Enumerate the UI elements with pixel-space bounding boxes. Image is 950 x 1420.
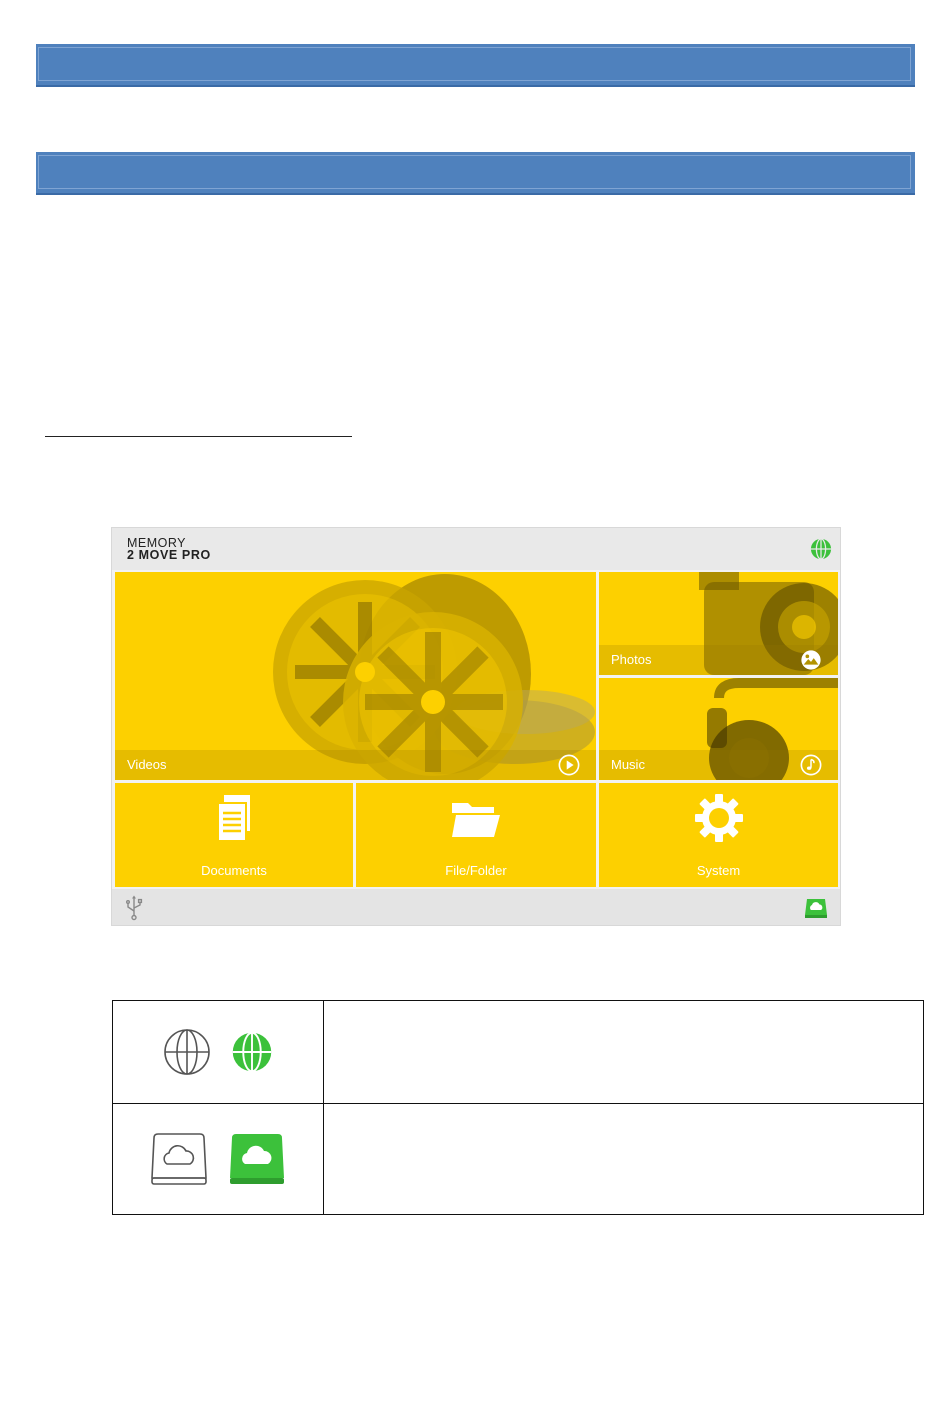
legend-icons-cell xyxy=(112,1000,324,1104)
legend-description-cell xyxy=(323,1000,924,1104)
globe-outline-icon xyxy=(163,1029,210,1075)
app-screenshot: MEMORY 2 MOVE PRO Videos Photos Music Do… xyxy=(112,528,840,925)
tile-documents[interactable]: Documents xyxy=(115,783,353,887)
usb-icon xyxy=(126,895,143,921)
legend-row xyxy=(112,1103,924,1215)
tile-system[interactable]: System xyxy=(599,783,838,887)
tile-videos-label: Videos xyxy=(127,757,167,772)
app-bottom-bar xyxy=(112,889,840,925)
documents-icon xyxy=(217,795,250,842)
tile-photos-label: Photos xyxy=(611,652,652,667)
tile-file-folder-label: File/Folder xyxy=(445,863,507,878)
tile-music[interactable]: Music xyxy=(599,678,838,780)
logo-line-2: 2 MOVE PRO xyxy=(127,547,211,562)
legend-description-cell xyxy=(323,1103,924,1215)
tile-photos[interactable]: Photos xyxy=(599,572,838,675)
play-icon xyxy=(558,754,580,776)
cloud-drive-green-icon xyxy=(230,1134,285,1184)
tile-documents-label: Documents xyxy=(201,863,267,878)
tile-file-folder[interactable]: File/Folder xyxy=(356,783,596,887)
folder-icon xyxy=(452,803,500,837)
tile-system-label: System xyxy=(696,863,741,878)
app-top-bar: MEMORY 2 MOVE PRO xyxy=(112,528,840,570)
music-note-icon xyxy=(800,754,822,776)
section-header-bar xyxy=(36,44,915,87)
section-header-bar xyxy=(36,152,915,195)
globe-green-icon xyxy=(232,1031,272,1073)
tile-videos[interactable]: Videos xyxy=(115,572,596,780)
cloud-drive-icon[interactable] xyxy=(804,897,828,919)
legend-row xyxy=(112,1000,924,1104)
cloud-drive-outline-icon xyxy=(150,1133,207,1185)
photo-icon xyxy=(801,650,821,670)
gear-icon xyxy=(694,794,743,842)
tile-music-label: Music xyxy=(611,757,645,772)
icon-legend-table xyxy=(112,1000,924,1215)
app-logo: MEMORY 2 MOVE PRO xyxy=(127,537,211,561)
underline-rule xyxy=(45,436,352,437)
film-reels-image xyxy=(273,574,595,780)
globe-icon[interactable] xyxy=(810,538,832,560)
tile-videos-label-bar: Videos xyxy=(115,750,596,780)
legend-icons-cell xyxy=(112,1103,324,1215)
